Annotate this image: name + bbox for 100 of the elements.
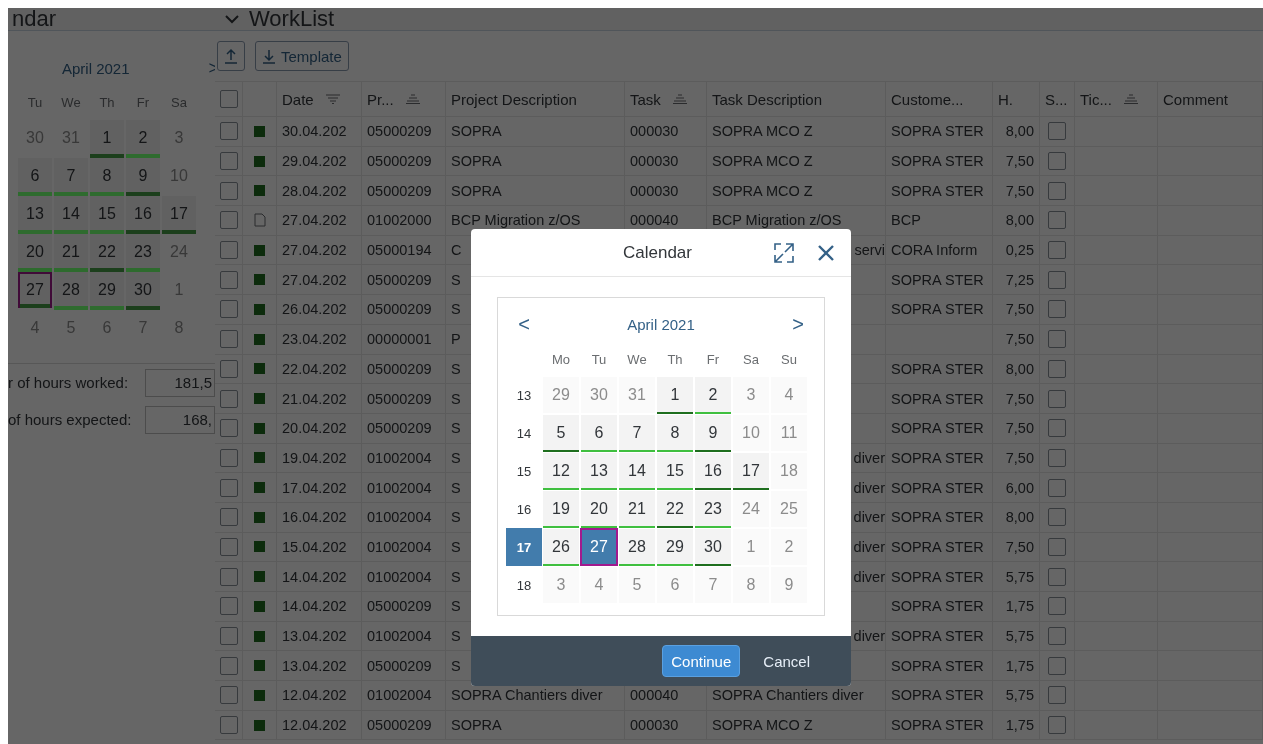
filter-icon[interactable]: [325, 94, 340, 104]
calendar-day[interactable]: 16: [126, 196, 160, 232]
calendar-day[interactable]: 17: [732, 452, 770, 490]
row-checkbox[interactable]: [1048, 389, 1066, 408]
row-checkbox[interactable]: [1048, 686, 1066, 705]
calendar-day[interactable]: 2: [694, 376, 732, 414]
calendar-day[interactable]: 25: [770, 490, 808, 528]
row-checkbox[interactable]: [1048, 597, 1066, 616]
row-checkbox[interactable]: [1048, 359, 1066, 378]
calendar-day[interactable]: 27: [18, 272, 52, 308]
column-header[interactable]: Pr...: [367, 90, 394, 108]
calendar-day[interactable]: 30: [580, 376, 618, 414]
calendar-day[interactable]: 1: [90, 120, 124, 156]
calendar-day[interactable]: 23: [694, 490, 732, 528]
row-checkbox[interactable]: [1048, 448, 1066, 467]
row-checkbox[interactable]: [219, 448, 238, 467]
calendar-day[interactable]: 29: [656, 528, 694, 566]
row-checkbox[interactable]: [219, 152, 238, 171]
row-checkbox[interactable]: [219, 181, 238, 200]
calendar-day[interactable]: 30: [126, 272, 160, 308]
row-checkbox[interactable]: [219, 419, 238, 438]
calendar-day[interactable]: 8: [656, 414, 694, 452]
row-checkbox[interactable]: [1048, 181, 1066, 200]
calendar-day[interactable]: 9: [694, 414, 732, 452]
template-download-button[interactable]: Template: [255, 41, 349, 71]
calendar-day[interactable]: 1: [656, 376, 694, 414]
calendar-day[interactable]: 9: [126, 158, 160, 194]
calendar-day[interactable]: 16: [694, 452, 732, 490]
row-checkbox[interactable]: [219, 389, 238, 408]
month-label[interactable]: April 2021: [62, 59, 130, 77]
calendar-day[interactable]: 13: [580, 452, 618, 490]
month-label[interactable]: April 2021: [542, 315, 780, 333]
calendar-day[interactable]: 2: [770, 528, 808, 566]
column-header[interactable]: Tic...: [1080, 90, 1112, 108]
column-header[interactable]: S...: [1045, 90, 1068, 108]
calendar-day[interactable]: 1: [732, 528, 770, 566]
calendar-day[interactable]: 11: [770, 414, 808, 452]
column-header[interactable]: Task Description: [712, 90, 823, 108]
calendar-day[interactable]: 21: [54, 234, 88, 270]
calendar-day[interactable]: 15: [90, 196, 124, 232]
calendar-day[interactable]: 6: [656, 566, 694, 604]
row-checkbox[interactable]: [1048, 656, 1066, 675]
continue-button[interactable]: Continue: [662, 645, 741, 677]
row-checkbox[interactable]: [1048, 300, 1066, 319]
calendar-day[interactable]: 22: [90, 234, 124, 270]
row-checkbox[interactable]: [1048, 241, 1066, 260]
row-checkbox[interactable]: [219, 567, 238, 586]
row-checkbox[interactable]: [219, 597, 238, 616]
calendar-day[interactable]: 12: [542, 452, 580, 490]
week-number[interactable]: 18: [506, 566, 542, 604]
row-checkbox[interactable]: [1048, 537, 1066, 556]
calendar-day[interactable]: 7: [54, 158, 88, 194]
row-checkbox[interactable]: [219, 656, 238, 675]
row-checkbox[interactable]: [1048, 152, 1066, 171]
calendar-day[interactable]: 26: [542, 528, 580, 566]
calendar-day[interactable]: 30: [694, 528, 732, 566]
calendar-day[interactable]: 28: [618, 528, 656, 566]
upload-button[interactable]: [217, 41, 245, 71]
chevron-down-icon[interactable]: [225, 14, 239, 24]
sort-icon[interactable]: [672, 94, 687, 104]
row-checkbox[interactable]: [219, 241, 238, 260]
cancel-button[interactable]: Cancel: [754, 645, 819, 677]
row-checkbox[interactable]: [219, 478, 238, 497]
calendar-day[interactable]: 8: [732, 566, 770, 604]
row-checkbox[interactable]: [1048, 419, 1066, 438]
calendar-day[interactable]: 21: [618, 490, 656, 528]
week-number[interactable]: 16: [506, 490, 542, 528]
row-checkbox[interactable]: [1048, 211, 1066, 230]
calendar-day[interactable]: 20: [580, 490, 618, 528]
row-checkbox[interactable]: [219, 270, 238, 289]
row-checkbox[interactable]: [219, 627, 238, 646]
previous-month-button[interactable]: <: [506, 309, 542, 339]
calendar-day[interactable]: 14: [618, 452, 656, 490]
calendar-day[interactable]: 6: [580, 414, 618, 452]
column-header[interactable]: Task: [630, 90, 661, 108]
calendar-day[interactable]: 23: [126, 234, 160, 270]
row-checkbox[interactable]: [219, 508, 238, 527]
calendar-day[interactable]: 31: [618, 376, 656, 414]
calendar-day[interactable]: 17: [162, 196, 196, 232]
column-header[interactable]: Date: [282, 90, 314, 108]
select-all-checkbox[interactable]: [219, 90, 238, 108]
calendar-day[interactable]: 20: [18, 234, 52, 270]
calendar-day[interactable]: 4: [580, 566, 618, 604]
row-checkbox[interactable]: [1048, 330, 1066, 349]
column-header[interactable]: Project Description: [451, 90, 577, 108]
calendar-day[interactable]: 8: [90, 158, 124, 194]
calendar-day[interactable]: 28: [54, 272, 88, 308]
row-checkbox[interactable]: [1048, 122, 1066, 141]
calendar-day[interactable]: 13: [18, 196, 52, 232]
calendar-day[interactable]: 5: [542, 414, 580, 452]
calendar-day[interactable]: 5: [618, 566, 656, 604]
row-checkbox[interactable]: [219, 359, 238, 378]
next-month-button[interactable]: >: [780, 309, 816, 339]
calendar-day[interactable]: 3: [542, 566, 580, 604]
row-checkbox[interactable]: [219, 211, 238, 230]
sort-icon[interactable]: [405, 94, 420, 104]
calendar-day[interactable]: 18: [770, 452, 808, 490]
week-number[interactable]: 13: [506, 376, 542, 414]
row-checkbox[interactable]: [219, 537, 238, 556]
column-header[interactable]: Comment: [1163, 90, 1229, 108]
